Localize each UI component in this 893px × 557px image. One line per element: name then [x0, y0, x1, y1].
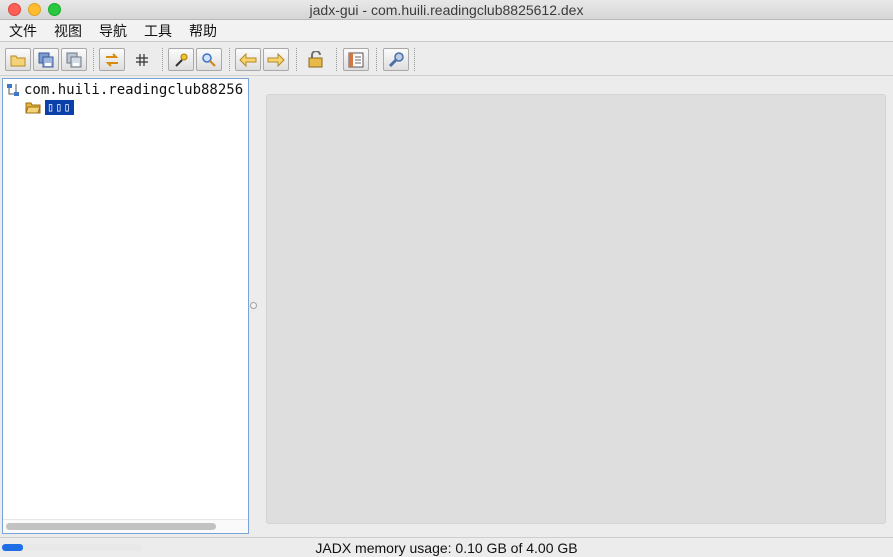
- toolbar-separator: [376, 48, 377, 71]
- preferences-wrench-icon: [388, 51, 404, 67]
- toolbar-separator: [162, 48, 163, 71]
- open-folder-icon: [10, 55, 26, 66]
- status-bar: JADX memory usage: 0.10 GB of 4.00 GB: [0, 537, 893, 557]
- sync-icon: [105, 52, 119, 67]
- memory-usage-text: JADX memory usage: 0.10 GB of 4.00 GB: [315, 540, 578, 556]
- tree-package-label: ▯▯▯: [44, 98, 75, 116]
- editor-area: [266, 94, 886, 524]
- menu-navigation[interactable]: 导航: [99, 21, 127, 41]
- tree-root-label: com.huili.readingclub88256: [24, 82, 244, 98]
- toolbar-separator: [229, 48, 230, 71]
- toolbar-separator: [93, 48, 94, 71]
- forward-arrow-icon: [267, 52, 285, 67]
- save-all-button[interactable]: [33, 48, 59, 71]
- menu-help[interactable]: 帮助: [189, 21, 217, 41]
- toolbar: [0, 43, 893, 76]
- text-search-icon: [175, 53, 188, 67]
- toolbar-separator: [336, 48, 337, 71]
- menu-tools[interactable]: 工具: [144, 21, 172, 41]
- open-folder-icon: [25, 102, 41, 114]
- divider-handle[interactable]: [250, 302, 257, 309]
- deobfuscation-button[interactable]: [303, 48, 329, 71]
- save-all-icon: [38, 52, 54, 67]
- log-viewer-button[interactable]: [343, 48, 369, 71]
- back-arrow-icon: [239, 52, 257, 67]
- text-search-button[interactable]: [168, 48, 194, 71]
- scrollbar-thumb[interactable]: [6, 523, 216, 530]
- log-viewer-icon: [348, 52, 364, 67]
- back-button[interactable]: [235, 48, 261, 71]
- tree-package-node[interactable]: ▯▯▯: [25, 98, 75, 116]
- find-class-icon: [202, 52, 216, 67]
- sync-tree-button[interactable]: [99, 48, 125, 71]
- deobfuscation-icon: [308, 50, 323, 67]
- toolbar-separator: [296, 48, 297, 71]
- menu-bar: 文件 视图 导航 工具 帮助: [0, 20, 893, 42]
- class-search-button[interactable]: [196, 48, 222, 71]
- menu-view[interactable]: 视图: [54, 21, 82, 41]
- preferences-button[interactable]: [383, 48, 409, 71]
- tree-root-node[interactable]: com.huili.readingclub88256: [6, 81, 243, 99]
- export-button[interactable]: [61, 48, 87, 71]
- forward-button[interactable]: [263, 48, 289, 71]
- title-bar: jadx-gui - com.huili.readingclub8825612.…: [0, 0, 893, 20]
- split-pane-divider[interactable]: [249, 78, 259, 535]
- project-tree-panel[interactable]: com.huili.readingclub88256 ▯▯▯: [2, 78, 249, 534]
- toolbar-separator: [414, 48, 415, 71]
- window-title: jadx-gui - com.huili.readingclub8825612.…: [309, 2, 584, 18]
- export-icon: [66, 52, 82, 67]
- horizontal-scrollbar[interactable]: [3, 519, 248, 533]
- menu-file[interactable]: 文件: [9, 21, 37, 41]
- project-root-icon: [7, 84, 19, 96]
- flatten-packages-button[interactable]: [129, 48, 155, 71]
- flatten-packages-icon: [136, 53, 148, 66]
- open-file-button[interactable]: [5, 48, 31, 71]
